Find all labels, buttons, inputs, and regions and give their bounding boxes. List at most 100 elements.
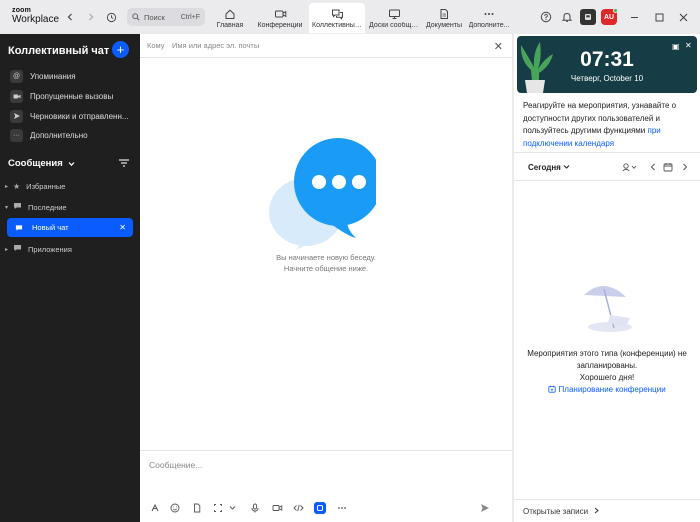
history-icon [106, 12, 116, 22]
tab-label: Дополните... [468, 22, 510, 29]
next-day-button[interactable] [680, 161, 690, 173]
tab-meetings[interactable]: Конференции [254, 3, 306, 33]
video-icon [274, 10, 286, 18]
minimize-icon [630, 16, 638, 18]
section-title: Сообщения [8, 158, 63, 169]
sidebar-item-label: Упоминания [30, 71, 76, 81]
messages-section-header[interactable]: Сообщения [8, 158, 75, 169]
tab-label: Документы [425, 22, 463, 29]
chat-bubbles-illustration [269, 138, 376, 250]
caret-right-icon: ▸ [5, 246, 9, 253]
close-chat-icon[interactable]: ✕ [119, 223, 126, 232]
empty-chat-line2: Начните общение ниже. [283, 264, 369, 273]
search-icon [132, 13, 140, 21]
sidebar-item-drafts[interactable]: Черновики и отправленн... [10, 108, 129, 124]
no-events-line3: Хорошего дня! [579, 373, 635, 382]
history-button[interactable] [104, 9, 118, 25]
schedule-label: Планирование конференции [558, 385, 666, 394]
notifications-button[interactable] [559, 9, 575, 25]
group-apps[interactable]: ▸ Приложения [5, 242, 72, 256]
chevron-left-icon [650, 163, 655, 171]
forward-button[interactable] [84, 9, 98, 25]
workspace-button[interactable] [580, 9, 596, 25]
message-input[interactable] [149, 460, 489, 470]
tab-label: Конференции [257, 22, 303, 29]
open-notes-link[interactable]: Открытые записи [523, 507, 600, 516]
composer [140, 450, 512, 522]
schedule-meeting-link[interactable]: Планирование конференции [514, 385, 700, 394]
star-icon: ★ [13, 181, 21, 191]
chevron-right-icon [594, 507, 600, 514]
emoji-icon [170, 503, 180, 513]
sidebar-item-mentions[interactable]: @ Упоминания [10, 68, 76, 84]
more-icon: ··· [10, 128, 23, 142]
back-button[interactable] [63, 9, 77, 25]
format-button[interactable] [149, 502, 161, 514]
filter-button[interactable] [118, 158, 130, 168]
file-button[interactable] [191, 502, 203, 514]
close-icon[interactable]: ✕ [494, 40, 503, 53]
tab-more[interactable]: Дополните... [463, 3, 515, 33]
zoom-apps-button[interactable] [314, 502, 326, 514]
group-starred[interactable]: ▸ ★ Избранные [5, 179, 65, 193]
people-settings-icon [622, 163, 637, 172]
calendar-promo: Реагируйте на мероприятия, узнавайте о д… [523, 100, 693, 150]
more-options-button[interactable] [336, 502, 348, 514]
missed-call-icon [10, 89, 23, 103]
emoji-button[interactable] [169, 502, 181, 514]
close-window-button[interactable] [676, 9, 690, 25]
chevron-down-icon [68, 161, 75, 166]
calendar-panel: ▣ ✕ 07:31 Четверг, October 10 Реагируйте… [514, 34, 700, 522]
send-icon [10, 109, 23, 123]
chevron-down-icon [563, 165, 570, 169]
today-dropdown[interactable]: Сегодня [528, 163, 570, 172]
tab-team-chat[interactable]: Коллективный ... [309, 3, 365, 33]
tab-whiteboards[interactable]: Доски сообще... [368, 3, 420, 33]
chat-icon [331, 9, 343, 20]
search-label: Поиск [144, 12, 165, 22]
close-icon [679, 13, 687, 21]
prev-day-button[interactable] [648, 161, 658, 173]
calendar-add-icon [548, 385, 556, 393]
group-recent[interactable]: ▾ Последние [5, 200, 67, 214]
minimize-button[interactable] [627, 9, 641, 25]
calendar-icon [663, 163, 673, 172]
search-box[interactable]: Поиск Ctrl+F [127, 8, 205, 26]
chat-bubble-icon [13, 202, 22, 212]
group-label: Приложения [28, 244, 72, 254]
maximize-icon [655, 13, 663, 21]
send-button[interactable] [479, 502, 491, 514]
screenshot-button[interactable] [212, 502, 224, 514]
voice-message-button[interactable] [249, 502, 261, 514]
calendar-settings-button[interactable] [620, 161, 640, 173]
no-events-line2: запланированы. [576, 361, 638, 370]
group-label: Последние [28, 202, 67, 212]
divider [514, 180, 700, 181]
help-button[interactable] [538, 9, 554, 25]
date-picker-button[interactable] [662, 161, 674, 173]
code-icon [292, 504, 304, 512]
new-chat-button[interactable]: + [112, 41, 129, 58]
chat-item-new-chat[interactable]: Новый чат ✕ [7, 218, 133, 237]
clock-banner: ▣ ✕ 07:31 Четверг, October 10 [517, 36, 697, 93]
sidebar-item-label: Дополнительно [30, 130, 88, 140]
help-icon [540, 11, 552, 23]
workspace-icon [585, 14, 591, 20]
caret-down-icon: ▾ [5, 204, 9, 211]
tab-home[interactable]: Главная [204, 3, 256, 33]
sidebar-item-more[interactable]: ··· Дополнительно [10, 127, 88, 143]
screenshot-options-button[interactable] [226, 502, 238, 514]
sidebar-title: Коллективный чат [8, 45, 110, 57]
code-snippet-button[interactable] [292, 502, 304, 514]
empty-chat-line1: Вы начинаете новую беседу. [276, 253, 376, 262]
video-message-button[interactable] [271, 502, 283, 514]
clock-date: Четверг, October 10 [570, 74, 644, 83]
chat-panel: Кому ✕ Вы начинаете новую беседу. Начнит… [140, 34, 512, 522]
today-label: Сегодня [528, 163, 561, 172]
sidebar-item-label: Пропущенные вызовы [30, 91, 114, 101]
sidebar-item-missed-calls[interactable]: Пропущенные вызовы [10, 88, 113, 104]
more-icon [484, 13, 494, 15]
maximize-button[interactable] [652, 9, 666, 25]
app-logo: zoom Workplace [12, 6, 59, 25]
recipient-input[interactable] [172, 41, 472, 50]
